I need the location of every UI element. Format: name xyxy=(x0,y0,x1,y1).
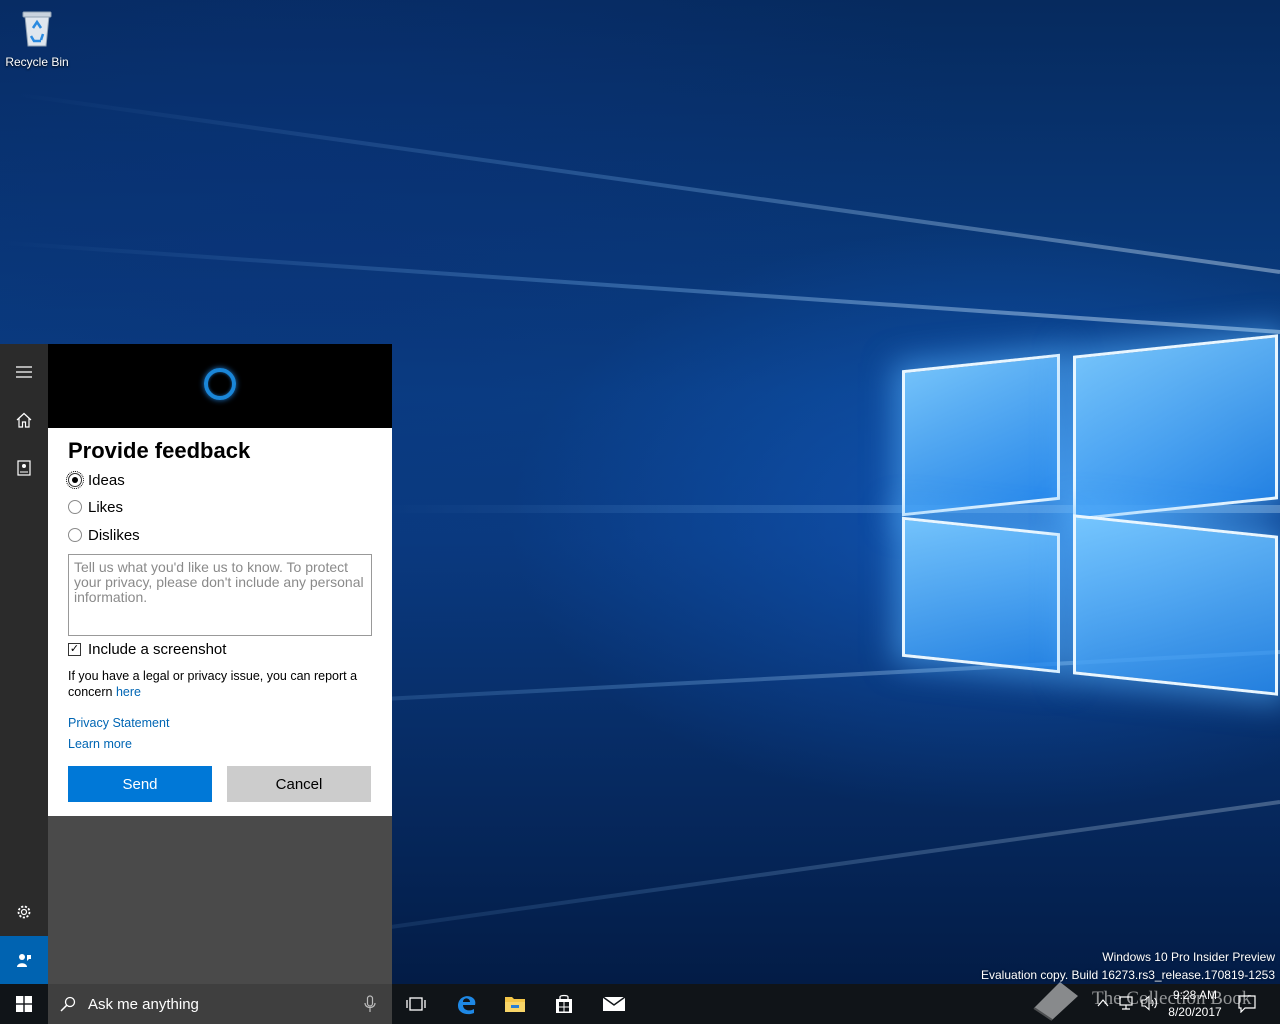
cortana-header xyxy=(48,344,392,428)
hamburger-menu-icon xyxy=(16,366,32,378)
send-button[interactable]: Send xyxy=(68,766,212,802)
hamburger-menu-button[interactable] xyxy=(0,348,48,396)
feedback-icon xyxy=(17,954,31,967)
overlay-watermark-text: The Collection Book xyxy=(1092,988,1252,1009)
store-icon xyxy=(556,994,572,1013)
light-beam xyxy=(12,91,1280,274)
cortana-sidebar xyxy=(0,344,48,984)
include-screenshot-checkbox[interactable]: ✓ Include a screenshot xyxy=(68,640,226,658)
learn-more-link[interactable]: Learn more xyxy=(68,737,132,751)
settings-button[interactable] xyxy=(0,888,48,936)
desktop-icon-recycle-bin[interactable]: Recycle Bin xyxy=(4,6,70,69)
desktop-icon-label: Recycle Bin xyxy=(5,55,69,69)
taskbar: Ask me anything 9:28 AM 8/20/2017 xyxy=(0,984,1280,1024)
checkbox-checked[interactable]: ✓ xyxy=(68,642,81,656)
cancel-button[interactable]: Cancel xyxy=(227,766,371,802)
cortana-ring-icon xyxy=(204,368,236,400)
edge-icon xyxy=(458,996,476,1015)
search-icon xyxy=(60,996,76,1012)
search-box[interactable]: Ask me anything xyxy=(48,984,392,1024)
radio-button[interactable] xyxy=(68,500,82,514)
radio-ideas[interactable]: Ideas xyxy=(66,470,125,490)
store-button[interactable] xyxy=(540,984,588,1024)
notebook-icon xyxy=(17,460,31,476)
mail-icon xyxy=(602,996,626,1011)
feedback-textarea[interactable] xyxy=(68,554,372,636)
windows-start-icon xyxy=(16,996,32,1012)
legal-text: If you have a legal or privacy issue, yo… xyxy=(68,669,358,699)
recycle-bin-icon xyxy=(22,11,52,47)
file-explorer-button[interactable] xyxy=(491,984,539,1024)
radio-label: Likes xyxy=(88,498,124,516)
home-button[interactable] xyxy=(0,396,48,444)
start-button[interactable] xyxy=(0,984,48,1024)
mail-button[interactable] xyxy=(590,984,638,1024)
build-watermark-line2: Evaluation copy. Build 16273.rs3_release… xyxy=(981,968,1275,982)
radio-label: Dislikes xyxy=(88,526,140,544)
windows-logo-pane xyxy=(902,516,1060,674)
task-view-button[interactable] xyxy=(392,984,440,1024)
windows-logo-pane xyxy=(1073,514,1278,696)
windows-logo-pane xyxy=(902,353,1060,517)
legal-notice: If you have a legal or privacy issue, yo… xyxy=(68,668,378,700)
microphone-icon[interactable] xyxy=(364,995,376,1013)
cortana-empty-area xyxy=(48,816,392,984)
light-beam xyxy=(2,240,1280,334)
radio-likes[interactable]: Likes xyxy=(68,497,123,517)
radio-button[interactable] xyxy=(68,528,82,542)
privacy-statement-link[interactable]: Privacy Statement xyxy=(68,716,169,730)
home-icon xyxy=(16,412,32,428)
report-concern-link[interactable]: here xyxy=(116,685,141,699)
file-explorer-icon xyxy=(505,997,525,1012)
search-placeholder: Ask me anything xyxy=(88,996,199,1013)
notebook-button[interactable] xyxy=(0,444,48,492)
windows-logo-pane xyxy=(1073,334,1278,521)
checkbox-label: Include a screenshot xyxy=(88,640,227,658)
build-watermark-line1: Windows 10 Pro Insider Preview xyxy=(1102,950,1275,964)
feedback-panel: Provide feedback Ideas Likes Dislikes ✓ … xyxy=(48,428,392,816)
radio-button-checked[interactable] xyxy=(66,471,84,489)
radio-dislikes[interactable]: Dislikes xyxy=(68,525,140,545)
feedback-button[interactable] xyxy=(0,936,48,984)
feedback-title: Provide feedback xyxy=(68,438,251,463)
radio-label: Ideas xyxy=(88,471,125,489)
book-watermark-icon xyxy=(1033,982,1078,1021)
task-view-icon xyxy=(406,997,426,1011)
edge-button[interactable] xyxy=(442,984,490,1024)
gear-icon xyxy=(17,905,31,919)
